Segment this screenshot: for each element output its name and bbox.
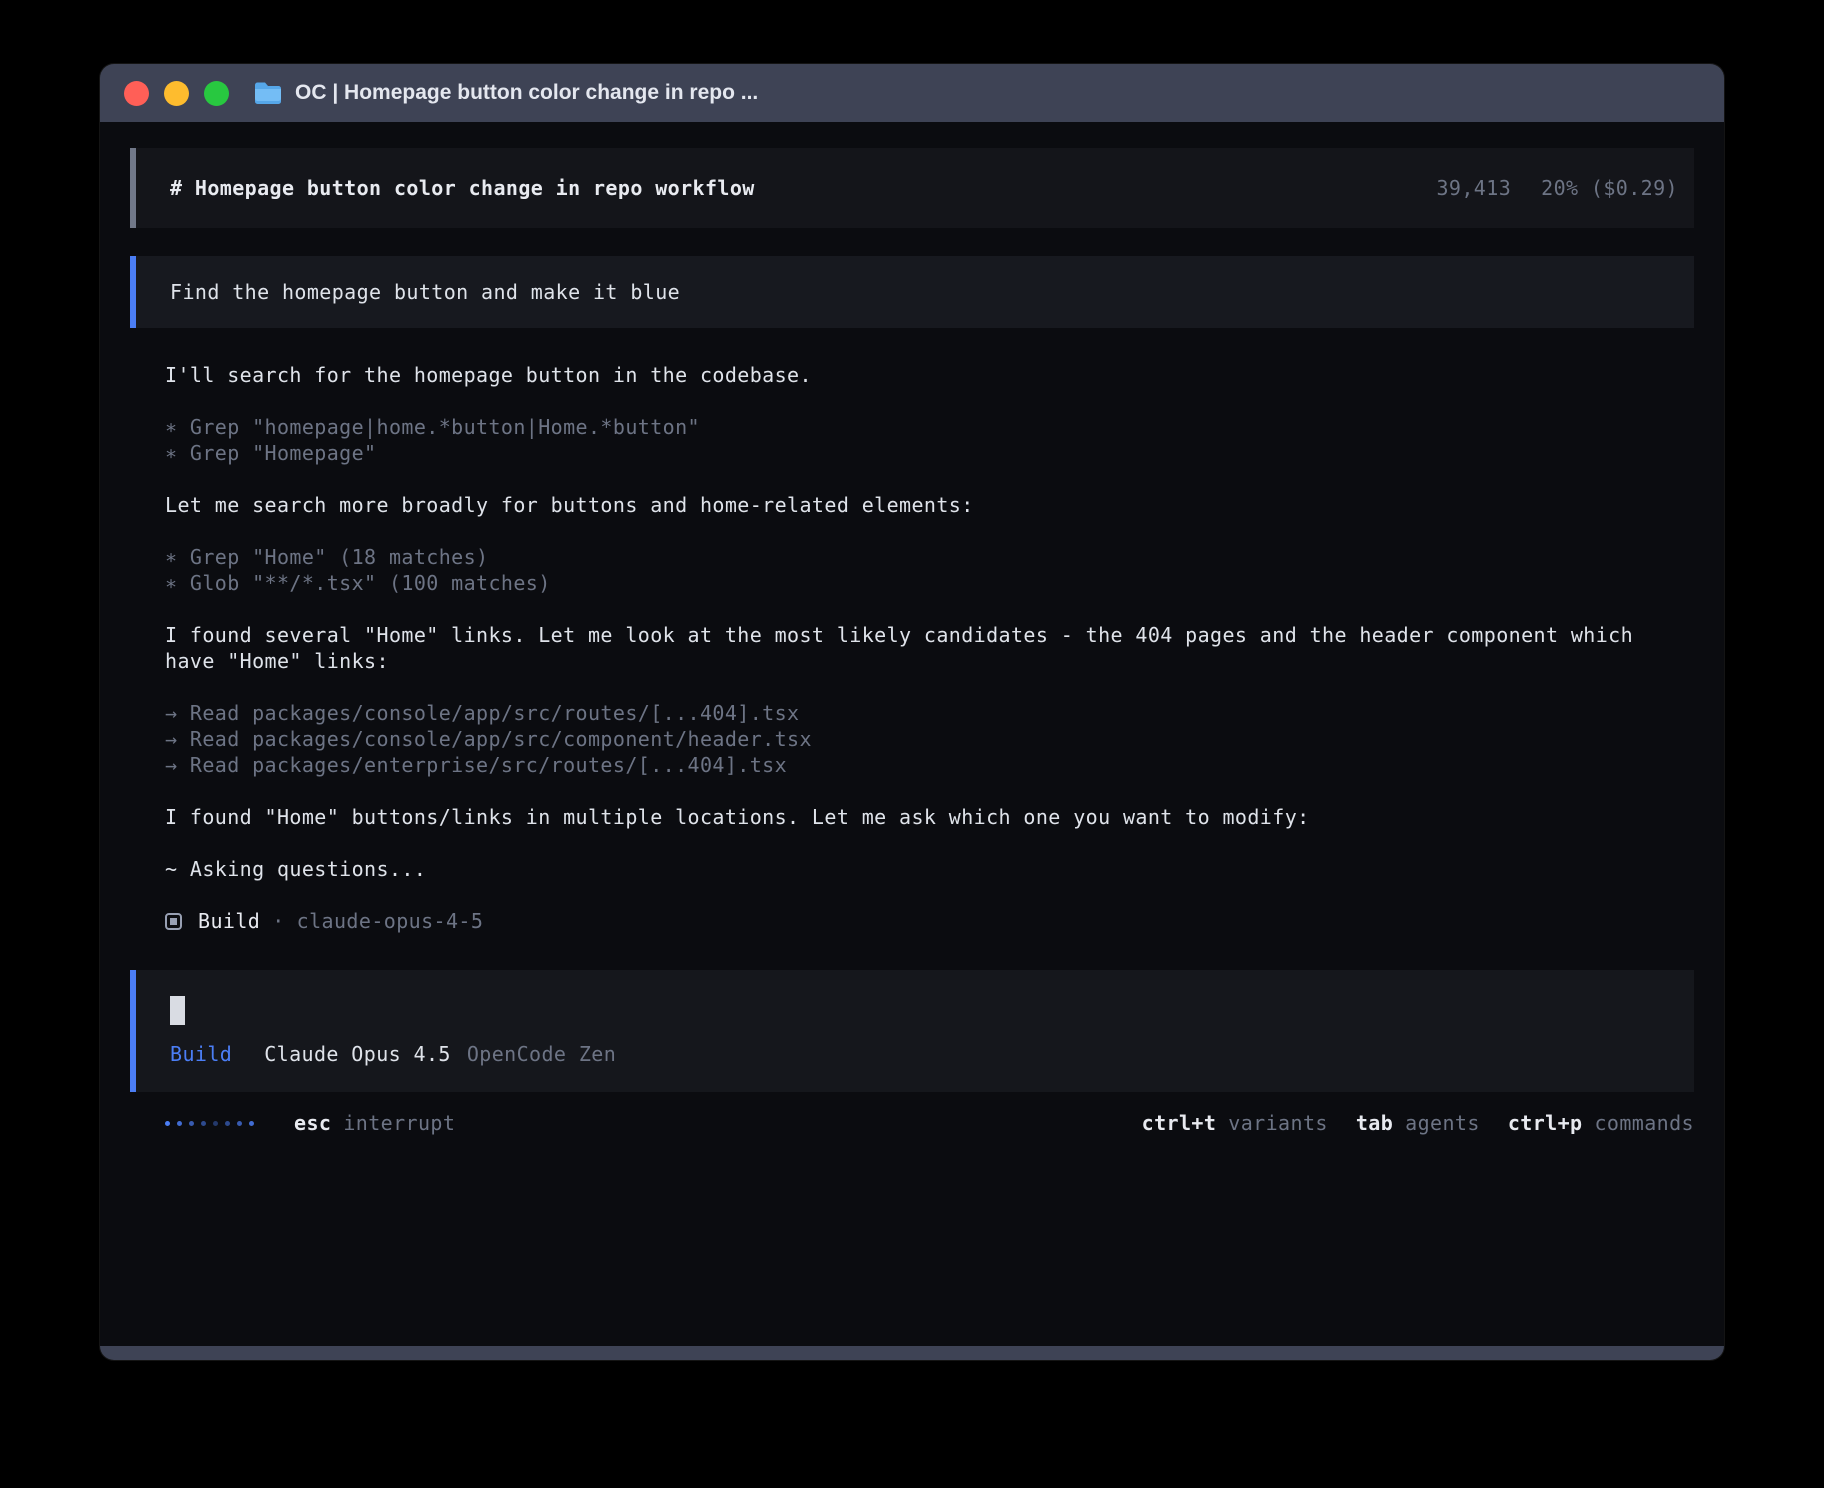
session-header: # Homepage button color change in repo w…	[130, 148, 1694, 228]
context-usage: 20% ($0.29)	[1541, 175, 1678, 201]
prompt-input[interactable]: Build Claude Opus 4.5 OpenCode Zen	[130, 970, 1694, 1092]
spinner-dot	[213, 1121, 218, 1126]
working-status: ~ Asking questions...	[165, 856, 1694, 882]
model-label: Claude Opus 4.5	[264, 1041, 451, 1067]
titlebar: OC | Homepage button color change in rep…	[100, 64, 1724, 122]
session-stats: 39,413 20% ($0.29)	[1436, 175, 1678, 201]
label-variants: variants	[1228, 1110, 1328, 1136]
close-button[interactable]	[124, 81, 149, 106]
tool-call-grep: ∗ Grep "Homepage"	[165, 440, 1694, 466]
agent-icon	[165, 913, 182, 930]
status-left: esc interrupt	[165, 1110, 455, 1136]
spinner-dot	[201, 1121, 206, 1126]
tool-call-grep: ∗ Grep "homepage|home.*button|Home.*butt…	[165, 414, 1694, 440]
separator-dot: ·	[272, 908, 284, 934]
spinner	[165, 1121, 254, 1126]
terminal-content: # Homepage button color change in repo w…	[100, 122, 1724, 1346]
status-bar: esc interrupt ctrl+t variants tab agents…	[130, 1110, 1694, 1136]
tool-call-read: → Read packages/console/app/src/componen…	[165, 726, 1694, 752]
shortcut-agents: tab agents	[1356, 1110, 1480, 1136]
key-esc: esc	[294, 1110, 331, 1136]
tool-call-glob: ∗ Glob "**/*.tsx" (100 matches)	[165, 570, 1694, 596]
traffic-lights	[124, 81, 229, 106]
agent-name: Build	[198, 908, 260, 934]
session-title: # Homepage button color change in repo w…	[170, 175, 755, 201]
zoom-button[interactable]	[204, 81, 229, 106]
tool-call-group: ∗ Grep "Home" (18 matches) ∗ Glob "**/*.…	[165, 544, 1694, 596]
input-meta: Build Claude Opus 4.5 OpenCode Zen	[170, 1041, 1694, 1067]
spinner-dot	[177, 1121, 182, 1126]
spinner-dot	[225, 1121, 230, 1126]
spinner-dot	[249, 1121, 254, 1126]
assistant-message: I found several "Home" links. Let me loo…	[165, 622, 1694, 674]
chat-log: I'll search for the homepage button in t…	[130, 362, 1694, 934]
mode-label: Build	[170, 1041, 232, 1067]
shortcut-variants: ctrl+t variants	[1142, 1110, 1328, 1136]
spinner-dot	[165, 1121, 170, 1126]
titlebar-group: OC | Homepage button color change in rep…	[253, 81, 758, 105]
key-tab: tab	[1356, 1110, 1393, 1136]
key-ctrl-t: ctrl+t	[1142, 1110, 1217, 1136]
token-count: 39,413	[1436, 175, 1511, 201]
user-message-text: Find the homepage button and make it blu…	[170, 279, 680, 305]
shortcut-commands: ctrl+p commands	[1508, 1110, 1694, 1136]
tool-call-group: → Read packages/console/app/src/routes/[…	[165, 700, 1694, 778]
shortcut-interrupt: esc interrupt	[294, 1110, 455, 1136]
label-commands: commands	[1594, 1110, 1694, 1136]
spinner-dot	[237, 1121, 242, 1126]
tool-call-grep: ∗ Grep "Home" (18 matches)	[165, 544, 1694, 570]
assistant-message: I'll search for the homepage button in t…	[165, 362, 1694, 388]
label-agents: agents	[1405, 1110, 1480, 1136]
window-title: OC | Homepage button color change in rep…	[295, 81, 758, 105]
label-interrupt: interrupt	[343, 1110, 455, 1136]
terminal-window: OC | Homepage button color change in rep…	[100, 64, 1724, 1360]
assistant-message: Let me search more broadly for buttons a…	[165, 492, 1694, 518]
minimize-button[interactable]	[164, 81, 189, 106]
folder-icon	[253, 81, 283, 105]
tool-call-read: → Read packages/enterprise/src/routes/[.…	[165, 752, 1694, 778]
key-ctrl-p: ctrl+p	[1508, 1110, 1583, 1136]
tool-call-group: ∗ Grep "homepage|home.*button|Home.*butt…	[165, 414, 1694, 466]
agent-model: claude-opus-4-5	[297, 908, 484, 934]
user-message: Find the homepage button and make it blu…	[130, 256, 1694, 328]
spinner-dot	[189, 1121, 194, 1126]
agent-status-row: Build · claude-opus-4-5	[165, 908, 1694, 934]
text-cursor	[170, 996, 185, 1025]
provider-label: OpenCode Zen	[467, 1041, 616, 1067]
status-right: ctrl+t variants tab agents ctrl+p comman…	[1142, 1110, 1694, 1136]
assistant-message: I found "Home" buttons/links in multiple…	[165, 804, 1694, 830]
tool-call-read: → Read packages/console/app/src/routes/[…	[165, 700, 1694, 726]
